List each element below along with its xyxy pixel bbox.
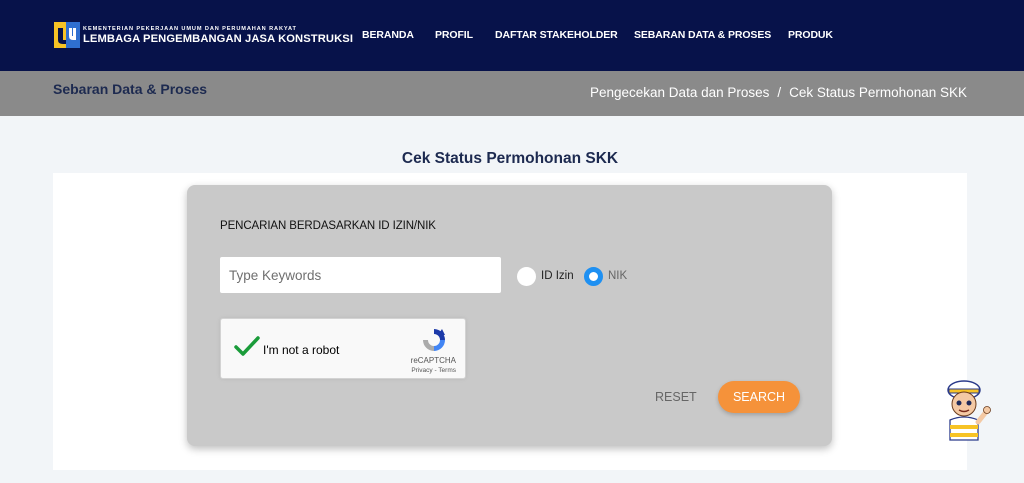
section-title: Sebaran Data & Proses: [53, 81, 208, 97]
top-navbar: KEMENTERIAN PEKERJAAN UMUM DAN PERUMAHAN…: [0, 0, 1024, 71]
mascot-icon[interactable]: [944, 378, 992, 444]
logo[interactable]: KEMENTERIAN PEKERJAAN UMUM DAN PERUMAHAN…: [54, 22, 353, 48]
pupr-logo-icon: [54, 22, 80, 48]
captcha-label: I'm not a robot: [263, 343, 340, 357]
radio-id-izin-label[interactable]: ID Izin: [541, 270, 574, 282]
search-button[interactable]: SEARCH: [718, 381, 800, 413]
breadcrumb-bar: Sebaran Data & Proses Pengecekan Data da…: [0, 71, 1024, 116]
checkmark-icon[interactable]: [233, 335, 261, 359]
logo-ministry-text: KEMENTERIAN PEKERJAAN UMUM DAN PERUMAHAN…: [83, 26, 297, 32]
recaptcha-brand: reCAPTCHA: [410, 356, 456, 365]
breadcrumb-link-pengecekan[interactable]: Pengecekan Data dan Proses: [590, 85, 769, 100]
keyword-input[interactable]: [220, 257, 501, 293]
recaptcha-icon: [421, 327, 447, 353]
radio-id-izin[interactable]: [517, 267, 536, 286]
nav-produk[interactable]: PRODUK: [788, 29, 833, 41]
radio-nik-label[interactable]: NIK: [608, 270, 627, 282]
breadcrumb-current: Cek Status Permohonan SKK: [789, 85, 967, 100]
recaptcha-widget: I'm not a robot reCAPTCHA Privacy - Term…: [220, 318, 466, 379]
search-card: PENCARIAN BERDASARKAN ID IZIN/NIK ID Izi…: [187, 185, 832, 446]
logo-institution-text: LEMBAGA PENGEMBANGAN JASA KONSTRUKSI: [83, 33, 354, 45]
page-title: Cek Status Permohonan SKK: [401, 150, 619, 167]
recaptcha-links[interactable]: Privacy - Terms: [411, 367, 456, 374]
nav-sebaran-data-proses[interactable]: SEBARAN DATA & PROSES: [634, 29, 771, 41]
radio-nik[interactable]: [584, 267, 603, 286]
breadcrumb: Pengecekan Data dan Proses / Cek Status Pe…: [590, 85, 967, 100]
nav-daftar-stakeholder[interactable]: DAFTAR STAKEHOLDER: [495, 29, 618, 41]
search-label: PENCARIAN BERDASARKAN ID IZIN/NIK: [220, 220, 436, 232]
breadcrumb-separator: /: [777, 85, 782, 100]
nav-profil[interactable]: PROFIL: [435, 29, 473, 41]
nav-beranda[interactable]: BERANDA: [362, 29, 414, 41]
reset-button[interactable]: RESET: [655, 390, 697, 404]
